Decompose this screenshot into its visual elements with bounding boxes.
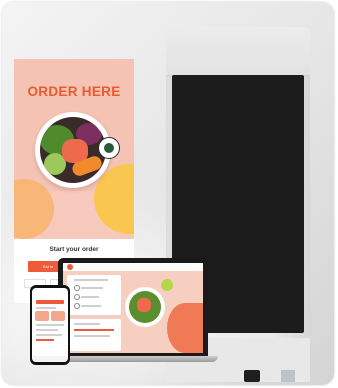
receipt-slot xyxy=(281,370,295,382)
start-order-prompt: Start your order xyxy=(49,246,99,253)
question-card xyxy=(67,275,121,315)
decor-shape-orange xyxy=(167,303,203,353)
logo-icon xyxy=(67,264,73,270)
menu-item-image[interactable] xyxy=(51,311,65,321)
kiosk-header-panel xyxy=(166,27,310,76)
info-card xyxy=(67,319,121,351)
menu-item-image[interactable] xyxy=(35,311,49,321)
laptop-base xyxy=(48,356,218,362)
phone-screen xyxy=(32,288,68,362)
card-reader-icon[interactable] xyxy=(244,370,260,382)
brand-badge-icon xyxy=(98,137,120,159)
phone-order-button[interactable] xyxy=(36,300,64,304)
phone-header xyxy=(32,294,68,299)
bowl-image xyxy=(125,287,165,327)
web-header xyxy=(63,263,203,271)
product-showcase: ORDER HERE Start your order Eat in Take … xyxy=(2,2,334,385)
laptop-screen xyxy=(63,263,203,353)
phone-tab-bar[interactable] xyxy=(32,356,68,362)
lime-image xyxy=(161,279,173,291)
order-here-headline: ORDER HERE xyxy=(27,84,121,99)
